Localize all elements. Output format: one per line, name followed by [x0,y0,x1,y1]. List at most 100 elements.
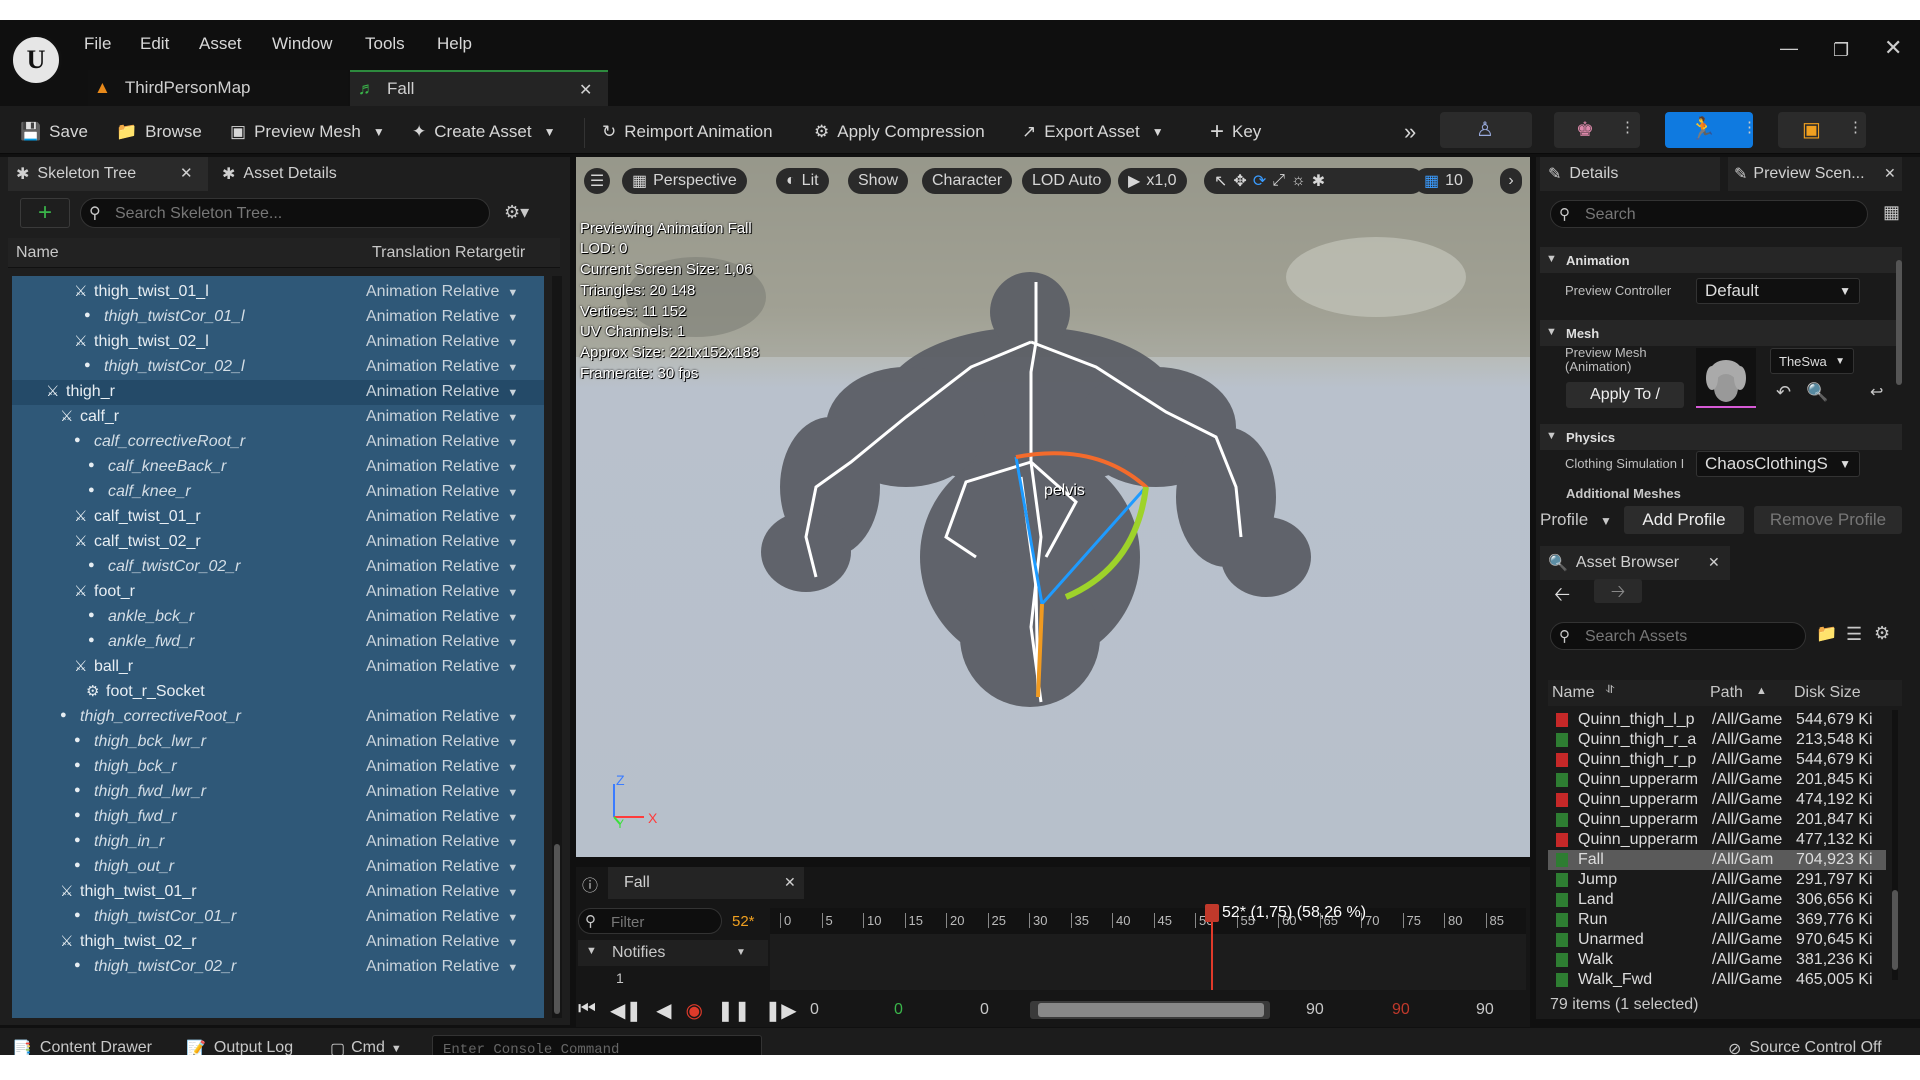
minimize-icon[interactable]: — [1780,38,1798,59]
translation-retargeting-dropdown[interactable]: Animation Relative ▼ [366,558,518,576]
expand-viewport-toolbar-icon[interactable]: › [1500,168,1522,194]
playhead-handle[interactable] [1205,904,1219,922]
tree-row[interactable]: ● thigh_out_r Animation Relative ▼ [12,855,544,880]
show-button[interactable]: Show [848,168,909,194]
play-start[interactable]: 0 [894,1001,903,1019]
clothing-simulation-dropdown[interactable]: ChaosClothingS ▼ [1696,451,1860,477]
asset-row[interactable]: Quinn_thigh_r_p/All/Game 544,679 Ki [1548,750,1886,770]
translation-retargeting-dropdown[interactable]: Animation Relative ▼ [366,958,518,976]
menu-file[interactable]: File [84,34,111,54]
section-animation[interactable]: Animation [1540,247,1902,273]
tree-row[interactable]: ● thigh_in_r Animation Relative ▼ [12,830,544,855]
local-space-icon[interactable]: ☼ [1291,172,1306,190]
translation-retargeting-dropdown[interactable]: Animation Relative ▼ [366,308,518,326]
col-disk-size[interactable]: Disk Size [1794,684,1861,702]
mesh-picker-dropdown[interactable]: TheSwa ▼ [1770,348,1854,374]
lit-button[interactable]: ◐ Lit [776,168,829,194]
add-profile-button[interactable]: Add Profile [1624,506,1744,534]
asset-row[interactable]: Quinn_thigh_r_a/All/Game 213,548 Ki [1548,730,1886,750]
output-log-button[interactable]: 📝 Output Log [186,1039,293,1055]
asset-row[interactable]: Quinn_upperarm/All/Game 477,132 Ki [1548,830,1886,850]
back-arrow-icon[interactable]: 🡠 [1554,580,1570,614]
tree-row[interactable]: ● thigh_bck_r Animation Relative ▼ [12,755,544,780]
timeline-range-scrollbar[interactable] [1030,1001,1270,1019]
asset-row[interactable]: Walk_Fwd/All/Game 465,005 Ki [1548,970,1886,990]
translation-retargeting-dropdown[interactable]: Animation Relative ▼ [366,608,518,626]
menu-help[interactable]: Help [437,34,472,54]
remove-profile-button[interactable]: Remove Profile [1754,506,1902,534]
tab-thirdpersonmap[interactable]: ▲ ThirdPersonMap [88,70,348,106]
unreal-logo-icon[interactable]: U [10,34,62,86]
details-scrollbar[interactable] [1896,260,1902,385]
asset-list-scrollbar[interactable] [1892,710,1898,980]
viewport-options-icon[interactable]: ☰ [584,168,610,194]
export-asset-button[interactable]: ↗ Export Asset ▼ [1022,116,1164,148]
kebab-icon[interactable]: ⋮ [1848,118,1863,136]
create-asset-button[interactable]: ✦ Create Asset ▼ [412,116,555,148]
preview-mesh-button[interactable]: ▣ Preview Mesh ▼ [230,116,385,148]
tree-row[interactable]: ⚔ foot_r Animation Relative ▼ [12,580,544,605]
forward-arrow-icon[interactable]: 🡢 [1594,579,1642,603]
apply-compression-button[interactable]: ⚙ Apply Compression [814,116,985,148]
translation-retargeting-dropdown[interactable]: Animation Relative ▼ [366,583,518,601]
grid-snap-button[interactable]: ▦ 10 [1414,168,1473,194]
filter-icon[interactable]: ☰ [1846,624,1862,645]
close-tab-icon[interactable]: ✕ [784,874,796,891]
tab-asset-details[interactable]: ✱ Asset Details [214,157,337,191]
close-tab-icon[interactable]: ✕ [1708,554,1720,571]
profile-dropdown-chevron-icon[interactable]: ▼ [1600,514,1612,528]
notify-track-1[interactable]: 1 [616,970,624,986]
range-start[interactable]: 0 [810,1001,819,1019]
asset-row[interactable]: Fall/All/Gam 704,923 Ki [1548,850,1886,870]
menu-asset[interactable]: Asset [199,34,242,54]
use-selected-icon[interactable]: ↶ [1776,382,1791,403]
step-back-icon[interactable]: ◀❚ [610,998,642,1023]
folder-icon[interactable]: 📁 [1816,624,1837,644]
preview-controller-dropdown[interactable]: Default ▼ [1696,278,1860,304]
col-path[interactable]: Path [1710,684,1743,702]
translation-retargeting-dropdown[interactable]: Animation Relative ▼ [366,483,518,501]
tree-row[interactable]: ● thigh_twistCor_01_r Animation Relative ▼ [12,905,544,930]
skeleton-search-input[interactable]: ⚲ Search Skeleton Tree... [80,198,490,228]
step-forward-icon[interactable]: ❚▶ [765,998,797,1023]
col-name[interactable]: Name [1552,684,1595,702]
section-physics[interactable]: Physics [1540,424,1902,450]
tree-row[interactable]: ⚔ thigh_twist_01_r Animation Relative ▼ [12,880,544,905]
view-end[interactable]: 90 [1306,1001,1324,1019]
tree-row[interactable]: ● calf_knee_r Animation Relative ▼ [12,480,544,505]
timeline-ruler[interactable]: 0510152025303540455055606570758085 [770,908,1526,934]
tree-row[interactable]: ● thigh_twistCor_01_l Animation Relative ▼ [12,305,544,330]
browse-asset-icon[interactable]: 🔍 [1806,382,1828,403]
col-name[interactable]: Name [16,244,59,262]
translation-retargeting-dropdown[interactable]: Animation Relative ▼ [366,658,518,676]
asset-row[interactable]: Quinn_upperarm/All/Game 201,847 Ki [1548,810,1886,830]
asset-row[interactable]: Land/All/Game 306,656 Ki [1548,890,1886,910]
playback-speed-button[interactable]: ▶ x1,0 [1118,168,1187,194]
tree-row[interactable]: ● calf_twistCor_02_r Animation Relative ▼ [12,555,544,580]
skip-to-start-icon[interactable]: ⏮ [578,998,596,1023]
character-button[interactable]: Character [922,168,1013,194]
reset-to-default-icon[interactable]: ↩ [1870,382,1883,402]
close-tab-icon[interactable]: ✕ [1884,165,1896,182]
tree-row[interactable]: ⚔ calf_twist_01_r Animation Relative ▼ [12,505,544,530]
asset-row[interactable]: Quinn_upperarm/All/Game 201,845 Ki [1548,770,1886,790]
mesh-mode-button[interactable]: ♚ ⋮ [1554,112,1640,148]
skeleton-mode-button[interactable]: ♙ [1440,112,1532,148]
more-toolbar-icon[interactable]: » [1404,116,1416,148]
tab-details[interactable]: ✎ Details [1540,157,1720,191]
translation-retargeting-dropdown[interactable]: Animation Relative ▼ [366,808,518,826]
translation-retargeting-dropdown[interactable]: Animation Relative ▼ [366,458,518,476]
tree-row[interactable]: ● calf_kneeBack_r Animation Relative ▼ [12,455,544,480]
asset-row[interactable]: Walk/All/Game 381,236 Ki [1548,950,1886,970]
translation-retargeting-dropdown[interactable]: Animation Relative ▼ [366,783,518,801]
scale-icon[interactable]: ⤢ [1272,172,1285,190]
kebab-icon[interactable]: ⋮ [1620,118,1635,136]
tree-row[interactable]: ⚔ thigh_twist_01_l Animation Relative ▼ [12,280,544,305]
add-bone-button[interactable]: + [20,198,70,228]
tree-row[interactable]: ● thigh_bck_lwr_r Animation Relative ▼ [12,730,544,755]
cmd-button[interactable]: ▢ Cmd ▼ [330,1039,402,1055]
translation-retargeting-dropdown[interactable]: Animation Relative ▼ [366,908,518,926]
tree-row[interactable]: ● thigh_correctiveRoot_r Animation Relativ… [12,705,544,730]
col-translation-retargeting[interactable]: Translation Retargetir [372,244,525,262]
translation-retargeting-dropdown[interactable]: Animation Relative ▼ [366,833,518,851]
